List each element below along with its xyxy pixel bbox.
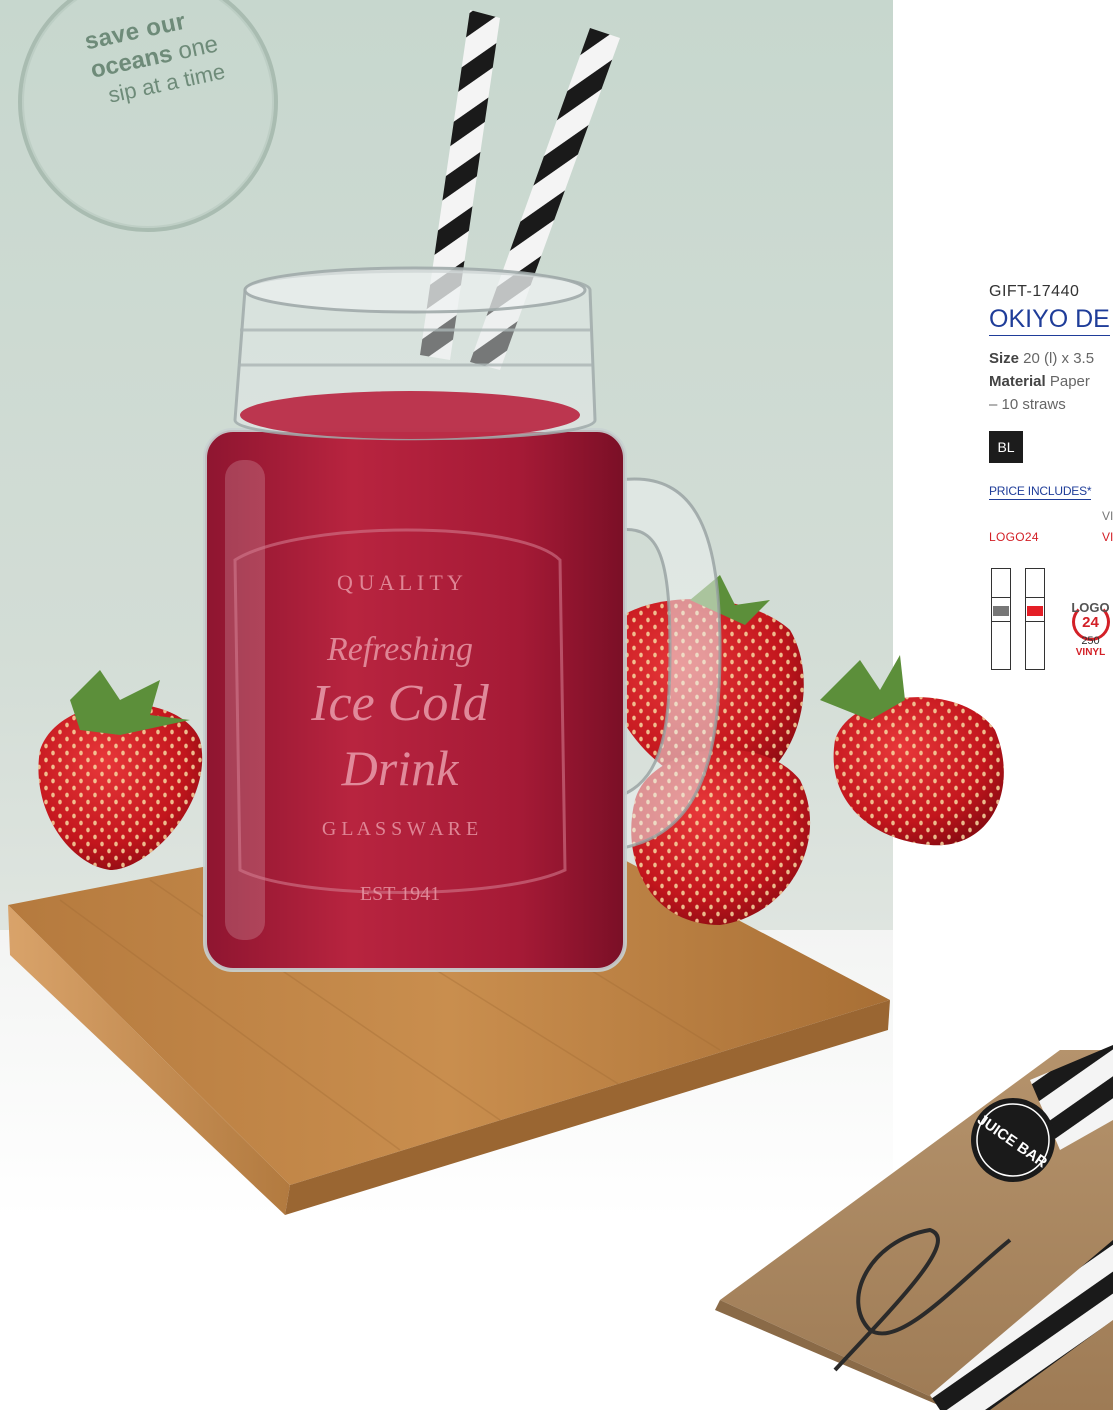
spec-material-label: Material <box>989 373 1046 390</box>
print-area-red <box>1027 606 1043 616</box>
logo24-quantity: 250 <box>1081 635 1100 647</box>
jar-emboss-line6: EST 1941 <box>360 883 440 905</box>
colour-swatch-black[interactable]: BL <box>989 431 1023 463</box>
logo24-method: VINYL <box>1075 647 1106 658</box>
spec-size: Size 20 (l) x 3.5 <box>989 350 1094 367</box>
strawberry-left <box>38 670 203 870</box>
spec-pack: – 10 straws <box>989 396 1066 413</box>
strawberry-right <box>820 655 1004 846</box>
jar-emboss-line1: Q U A L I T Y <box>337 570 463 595</box>
jar-emboss-line2: Refreshing <box>326 631 473 668</box>
print-position-2 <box>1025 568 1045 670</box>
price-vi-2: VI <box>1102 530 1113 544</box>
jar-emboss-line4: Drink <box>341 740 459 796</box>
spec-size-label: Size <box>989 350 1020 367</box>
spec-material-value: Paper <box>1045 373 1090 390</box>
price-includes-link[interactable]: PRICE INCLUDES* <box>989 484 1092 500</box>
logo24-label: LOGO24 <box>989 530 1039 544</box>
product-title[interactable]: OKIYO DE <box>989 305 1110 336</box>
logo24-word: LOGO <box>1071 600 1110 615</box>
jar-emboss-line5: G L A S S W A R E <box>322 818 478 840</box>
print-area-grey <box>993 606 1009 616</box>
spec-size-value: 20 (l) x 3.5 <box>1019 350 1095 367</box>
product-code: GIFT-17440 <box>989 283 1080 300</box>
price-vi-1: VI <box>1102 509 1113 523</box>
straw-box: JUICE BAR <box>715 1045 1113 1410</box>
spec-material: Material Paper <box>989 373 1090 390</box>
print-position-1 <box>991 568 1011 670</box>
jar-emboss-line3: Ice Cold <box>310 675 490 732</box>
logo24-badge: LOGO 24 250 VINYL <box>1068 601 1113 658</box>
logo24-number: 24 <box>1082 614 1099 631</box>
